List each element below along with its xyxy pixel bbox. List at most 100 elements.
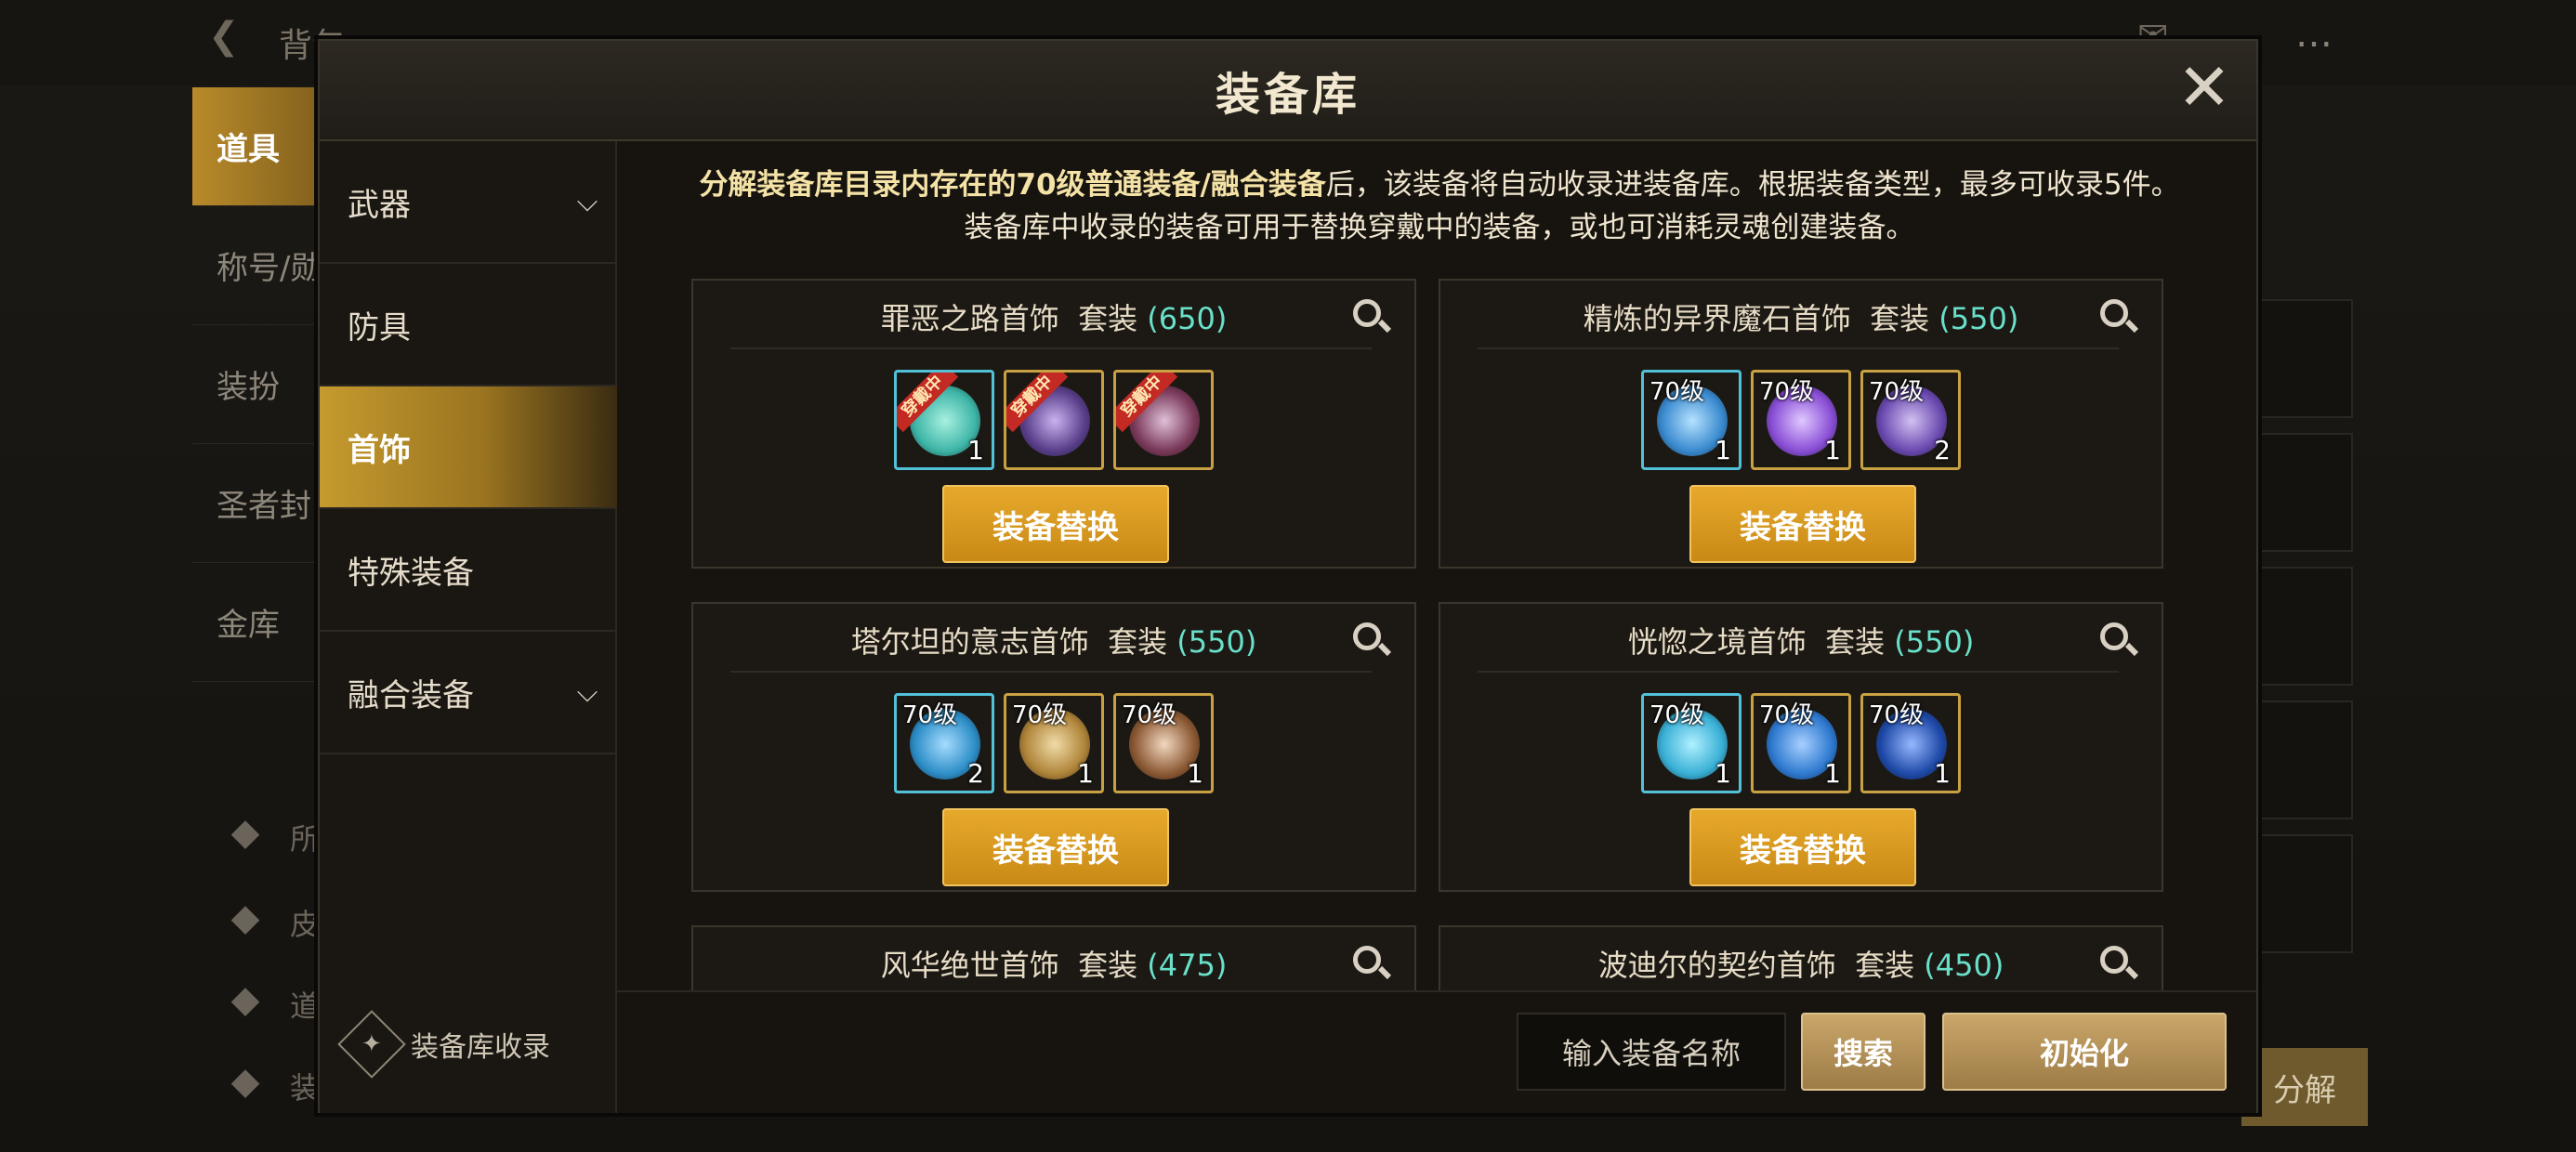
equipment-slot[interactable]: 70级 1: [1004, 693, 1104, 793]
item-count: 1: [1824, 435, 1841, 465]
set-title: 风华绝世首饰 套装 (475): [693, 942, 1414, 985]
equipment-slot[interactable]: 70级 1: [1113, 693, 1214, 793]
set-name: 恍惚之境首饰: [1627, 624, 1807, 660]
equipment-slot[interactable]: 穿戴中: [1004, 370, 1104, 470]
set-type: 套装: [1855, 948, 1915, 983]
background-item-icon: ◆: [230, 978, 260, 1021]
set-panel: 塔尔坦的意志首饰 套装 (550) 70级 2 70级 1 70级 1 装备替换: [691, 602, 1416, 892]
search-icon[interactable]: [1351, 621, 1392, 660]
chevron-down-icon: ⌵: [576, 675, 598, 709]
set-type: 套装: [1078, 948, 1138, 983]
item-count: 1: [1715, 758, 1731, 789]
background-tab-items: 道具: [192, 87, 332, 206]
category-sidebar: 武器 ⌵ 防具 首饰 特殊装备 融合装备 ⌵ ✦ 装备库收录: [320, 141, 617, 1113]
set-title: 波迪尔的契约首饰 套装 (450): [1440, 942, 2162, 985]
background-side-label: 所: [290, 821, 321, 857]
set-panel: 风华绝世首饰 套装 (475): [691, 925, 1416, 990]
equipment-slot[interactable]: 穿戴中: [1113, 370, 1214, 470]
background-slot: [2253, 700, 2353, 819]
item-level: 70级: [1759, 378, 1815, 406]
item-row: 70级 1 70级 1 70级 1: [1440, 693, 2162, 793]
item-row: 70级 2 70级 1 70级 1: [693, 693, 1414, 793]
category-special[interactable]: 特殊装备: [320, 509, 617, 632]
background-tab-saint: 圣者封: [192, 444, 332, 563]
item-count: 1: [1077, 758, 1094, 789]
replace-button[interactable]: 装备替换: [942, 808, 1169, 886]
close-icon[interactable]: ✕: [2176, 55, 2232, 120]
item-level: 70级: [1012, 701, 1068, 729]
item-count: 1: [1934, 758, 1951, 789]
set-name: 罪恶之路首饰: [880, 301, 1059, 336]
set-count: (550): [1176, 624, 1257, 660]
category-label: 特殊装备: [348, 554, 474, 592]
category-label: 融合装备: [348, 676, 474, 714]
search-icon[interactable]: [2098, 621, 2139, 660]
category-weapon[interactable]: 武器 ⌵: [320, 141, 617, 264]
item-level: 70级: [1649, 701, 1705, 729]
set-count: (550): [1894, 624, 1975, 660]
replace-button[interactable]: 装备替换: [1689, 485, 1916, 563]
search-icon[interactable]: [2098, 297, 2139, 336]
divider: [730, 671, 1372, 673]
item-count: 1: [1824, 758, 1841, 789]
set-type: 套装: [1078, 301, 1138, 336]
background-all-icon: ◆: [230, 811, 260, 854]
set-count: (650): [1147, 301, 1228, 336]
set-title: 塔尔坦的意志首饰 套装 (550): [693, 619, 1414, 661]
search-icon[interactable]: [1351, 944, 1392, 983]
equipment-slot[interactable]: 穿戴中 1: [894, 370, 994, 470]
item-level: 70级: [1869, 378, 1925, 406]
description-highlight: 分解装备库目录内存在的70级普通装备/融合装备: [699, 168, 1326, 202]
item-level: 70级: [1649, 378, 1705, 406]
collect-label: 装备库收录: [411, 1031, 550, 1064]
equipment-slot[interactable]: 70级 1: [1751, 370, 1851, 470]
background-decompose-button: 分解: [2241, 1048, 2368, 1126]
set-panel: 精炼的异界魔石首饰 套装 (550) 70级 1 70级 1 70级 2 装备替换: [1439, 279, 2163, 569]
equipment-slot[interactable]: 70级 1: [1751, 693, 1851, 793]
collect-icon: ✦: [337, 1010, 406, 1079]
search-input[interactable]: 输入装备名称: [1517, 1013, 1786, 1091]
set-count: (550): [1939, 301, 2019, 336]
background-tab-title: 称号/勋: [192, 206, 332, 325]
background-tab-avatar: 装扮: [192, 325, 332, 444]
category-armor[interactable]: 防具: [320, 264, 617, 386]
chevron-down-icon: ⌵: [576, 185, 598, 218]
item-level: 70级: [1122, 701, 1177, 729]
reset-button[interactable]: 初始化: [1942, 1013, 2227, 1091]
replace-button[interactable]: 装备替换: [1689, 808, 1916, 886]
search-icon[interactable]: [1351, 297, 1392, 336]
category-accessory[interactable]: 首饰: [320, 386, 617, 509]
set-panel: 波迪尔的契约首饰 套装 (450): [1439, 925, 2163, 990]
item-count: 2: [967, 758, 984, 789]
background-side-label: 装: [290, 1070, 321, 1106]
set-type: 套装: [1825, 624, 1886, 660]
item-count: 1: [967, 435, 984, 465]
category-label: 防具: [348, 308, 411, 347]
modal-title: 装备库: [1215, 69, 1360, 121]
item-row: 穿戴中 1 穿戴中 穿戴中: [693, 370, 1414, 470]
set-name: 塔尔坦的意志首饰: [850, 624, 1089, 660]
back-arrow-icon[interactable]: ❮: [208, 15, 240, 58]
search-button[interactable]: 搜索: [1801, 1013, 1925, 1091]
equipment-slot[interactable]: 70级 1: [1641, 693, 1741, 793]
background-slot: [2253, 299, 2353, 418]
equipment-slot[interactable]: 70级 1: [1860, 693, 1961, 793]
background-slot: [2253, 567, 2353, 686]
equipment-slot[interactable]: 70级 1: [1641, 370, 1741, 470]
divider: [730, 347, 1372, 349]
replace-button[interactable]: 装备替换: [942, 485, 1169, 563]
collect-button[interactable]: ✦ 装备库收录: [337, 1010, 550, 1079]
divider: [1478, 347, 2119, 349]
description: 分解装备库目录内存在的70级普通装备/融合装备后，该装备将自动收录进装备库。根据…: [626, 164, 2253, 249]
search-icon[interactable]: [2098, 944, 2139, 983]
set-type: 套装: [1870, 301, 1930, 336]
item-count: 1: [1715, 435, 1731, 465]
set-count: (450): [1924, 948, 2004, 983]
equipment-slot[interactable]: 70级 2: [894, 693, 994, 793]
chat-icon[interactable]: …: [2295, 13, 2333, 56]
equipment-slot[interactable]: 70级 2: [1860, 370, 1961, 470]
item-level: 70级: [1869, 701, 1925, 729]
category-fusion[interactable]: 融合装备 ⌵: [320, 632, 617, 754]
background-side-label: 皮: [290, 907, 321, 942]
description-text: 后，该装备将自动收录进装备库。根据装备类型，最多可收录5件。: [1325, 168, 2180, 202]
